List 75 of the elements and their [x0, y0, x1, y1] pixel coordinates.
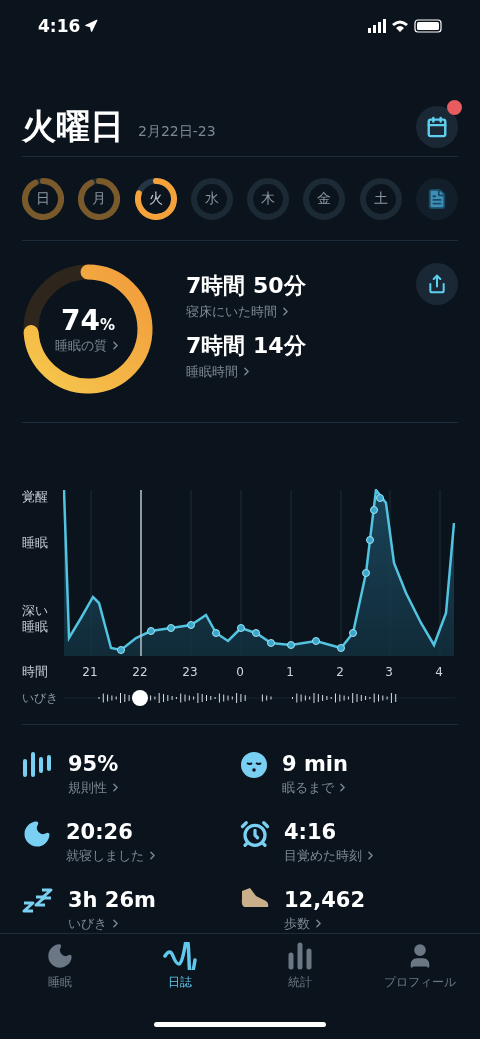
scrubber-handle[interactable]: [132, 690, 148, 707]
day-ring-button[interactable]: 水: [190, 177, 233, 220]
data-point: [252, 629, 260, 638]
tab-bar-item[interactable]: 睡眠: [5, 942, 115, 995]
hour-tick: 2: [336, 665, 344, 680]
metric-link[interactable]: 寝床にいた時間: [186, 303, 416, 322]
data-point: [267, 639, 275, 648]
share-icon: [427, 274, 447, 295]
stat-link[interactable]: 歩数: [284, 915, 366, 934]
data-point: [370, 506, 378, 515]
tab-bar-item[interactable]: プロフィール: [365, 942, 475, 995]
sleep-quality-ring[interactable]: 74% 睡眠の質: [22, 263, 154, 396]
sleepy-face-icon: [240, 751, 268, 780]
stat-link[interactable]: いびき: [68, 915, 156, 934]
stat-link[interactable]: 就寝しました: [66, 847, 159, 866]
wifi-icon: [392, 20, 408, 32]
stat-value: 3h 26m: [68, 887, 156, 914]
data-point: [212, 629, 220, 638]
snore-label: いびき: [22, 689, 59, 707]
bars-icon: [22, 751, 54, 780]
data-point: [337, 644, 345, 653]
calendar-icon: [426, 115, 448, 138]
day-ring-button[interactable]: 火: [134, 177, 177, 220]
bar-chart-icon: [287, 942, 313, 971]
stat-value: 95%: [68, 751, 120, 778]
hour-tick: 23: [182, 665, 198, 680]
data-point: [366, 536, 374, 545]
data-point: [287, 641, 295, 650]
data-point: [117, 646, 125, 655]
axis-label: 睡眠: [22, 535, 48, 552]
day-ring-button[interactable]: 木: [247, 177, 290, 220]
data-point: [237, 624, 245, 633]
data-point: [312, 637, 320, 646]
day-ring-button[interactable]: 金: [303, 177, 346, 220]
axis-label: 覚醒: [22, 489, 48, 506]
hour-tick: 3: [385, 665, 393, 680]
stat-link[interactable]: 規則性: [68, 779, 122, 798]
stat-value: 12,462: [284, 887, 366, 914]
tab-bar-item[interactable]: 統計: [245, 942, 355, 995]
data-point: [187, 621, 195, 630]
data-point: [376, 494, 384, 503]
location-icon: [84, 18, 99, 33]
alarm-clock-icon: [240, 819, 270, 850]
wave-icon: [163, 942, 197, 971]
metric-link[interactable]: 睡眠時間: [186, 363, 416, 382]
day-ring-button[interactable]: 土: [359, 177, 402, 220]
data-point: [349, 629, 357, 638]
day-title: 火曜日: [22, 104, 124, 148]
battery-icon: [414, 19, 442, 33]
stat-link[interactable]: 眠るまで: [282, 779, 349, 798]
day-ring-button[interactable]: 月: [78, 177, 121, 220]
stat-value: 20:26: [66, 819, 134, 846]
date-range: 2月22日-23: [138, 122, 217, 141]
data-point: [167, 624, 175, 633]
metric-value: 7時間 50分: [186, 272, 307, 301]
tab-bar-item[interactable]: 日誌: [125, 942, 235, 995]
hour-tick: 1: [286, 665, 294, 680]
axis-label: 時間: [22, 663, 49, 682]
stat-link[interactable]: 目覚めた時刻: [284, 847, 377, 866]
signal-icon: [368, 18, 386, 33]
hour-tick: 21: [82, 665, 98, 680]
calendar-button[interactable]: [416, 105, 458, 148]
axis-label: 深い睡眠: [22, 603, 48, 635]
metric-value: 7時間 14分: [186, 332, 307, 361]
day-ring-button[interactable]: 日: [22, 177, 64, 220]
hour-tick: 22: [132, 665, 148, 680]
hour-tick: 4: [435, 665, 443, 680]
data-point: [147, 627, 155, 636]
hour-tick: 0: [236, 665, 244, 680]
share-button[interactable]: [416, 263, 458, 306]
moon-icon: [46, 942, 74, 971]
status-time: 4:16: [38, 15, 99, 36]
stat-value: 9 min: [282, 751, 349, 778]
data-point: [362, 569, 370, 578]
stat-value: 4:16: [284, 819, 338, 846]
